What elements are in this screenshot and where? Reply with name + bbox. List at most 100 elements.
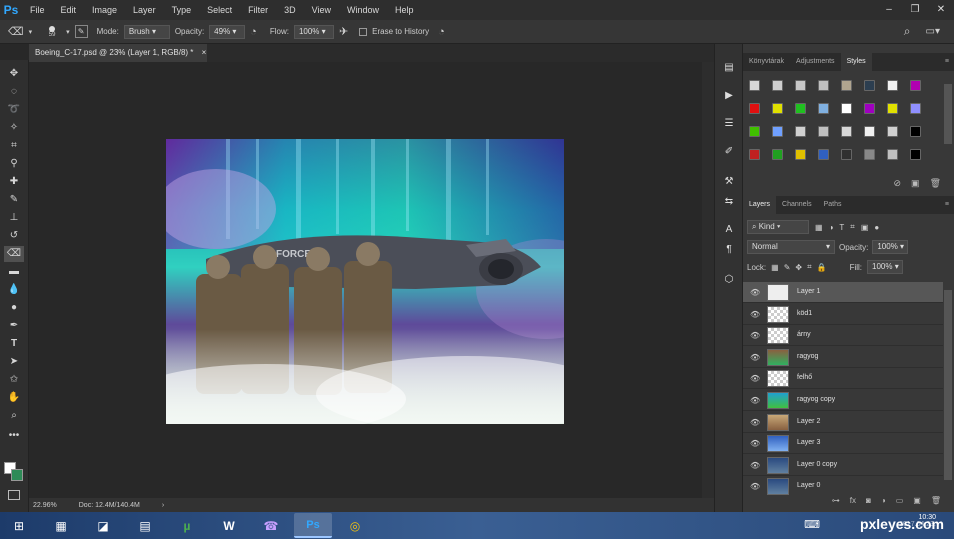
panel-menu-icon[interactable]: ≡	[939, 196, 954, 214]
search-icon[interactable]: ⌕	[904, 24, 911, 39]
style-swatch[interactable]	[818, 126, 829, 137]
style-swatch[interactable]	[887, 103, 898, 114]
tab-channels[interactable]: Channels	[776, 196, 818, 214]
layer-visibility-eye-icon[interactable]: 👁	[750, 353, 760, 362]
style-swatch[interactable]	[772, 103, 783, 114]
menu-filter[interactable]: Filter	[240, 0, 276, 20]
delete-style-icon[interactable]: 🗑	[930, 178, 941, 188]
lasso-tool-icon[interactable]: ➰	[4, 102, 24, 118]
lock-pixels-icon[interactable]: ✎	[784, 263, 791, 272]
history-brush-tool-icon[interactable]: ↺	[4, 228, 24, 244]
layer-visibility-eye-icon[interactable]: 👁	[750, 374, 760, 383]
brush-tool-icon[interactable]: ✎	[4, 192, 24, 208]
taskbar-chrome-icon[interactable]: ◎	[336, 513, 374, 538]
taskbar-viber-icon[interactable]: ☎	[252, 513, 290, 538]
gradient-tool-icon[interactable]: ▬	[4, 264, 24, 280]
path-select-tool-icon[interactable]: ➤	[4, 354, 24, 370]
taskbar-explorer-icon[interactable]: ▤	[126, 513, 164, 538]
pressure-opacity-icon[interactable]: ◔	[250, 26, 257, 38]
shape-tool-icon[interactable]: ✩	[4, 372, 24, 388]
style-swatch[interactable]	[864, 149, 875, 160]
taskbar-notepad-icon[interactable]: ◪	[84, 513, 122, 538]
taskbar-photoshop-icon[interactable]: Ps	[294, 513, 332, 538]
layer-row[interactable]: 👁 ragyog	[743, 347, 943, 368]
style-swatch[interactable]	[864, 103, 875, 114]
tab-adjustments[interactable]: Adjustments	[790, 53, 841, 71]
layer-visibility-eye-icon[interactable]: 👁	[750, 482, 760, 491]
menu-file[interactable]: File	[22, 0, 53, 20]
minimize-button[interactable]: –	[876, 0, 902, 20]
status-menu-icon[interactable]: ›	[162, 502, 164, 509]
style-swatch[interactable]	[864, 80, 875, 91]
eyedropper-tool-icon[interactable]: ⚲	[4, 156, 24, 172]
tab-layers[interactable]: Layers	[743, 196, 777, 214]
new-group-icon[interactable]: ▭	[896, 496, 904, 510]
document-tab[interactable]: Boeing_C-17.psd @ 23% (Layer 1, RGB/8) *…	[29, 44, 207, 62]
layer-visibility-eye-icon[interactable]: 👁	[750, 461, 760, 470]
chevron-down-icon[interactable]: ▾	[66, 28, 70, 36]
blend-mode-select[interactable]: Normal ▾	[747, 240, 835, 254]
style-swatch[interactable]	[818, 103, 829, 114]
start-button[interactable]: ⊞	[0, 513, 38, 538]
tool-presets-icon[interactable]: ⇆	[721, 196, 737, 210]
style-swatch[interactable]	[795, 149, 806, 160]
style-swatch[interactable]	[841, 80, 852, 91]
canvas-vertical-scrollbar[interactable]	[702, 62, 714, 498]
layer-kind-select[interactable]: ⌕ Kind ▾	[747, 220, 809, 234]
layer-row[interactable]: 👁 Layer 0 copy	[743, 455, 943, 476]
close-button[interactable]: ✕	[928, 0, 954, 20]
fill-field[interactable]: 100% ▾	[867, 260, 904, 274]
new-style-icon[interactable]: ▣	[911, 178, 920, 188]
blur-tool-icon[interactable]: 💧	[4, 282, 24, 298]
link-layers-icon[interactable]: ⊶	[832, 496, 840, 510]
actions-panel-icon[interactable]: ▶	[721, 90, 737, 104]
zoom-tool-icon[interactable]: ⌕	[4, 408, 24, 424]
style-swatch[interactable]	[772, 80, 783, 91]
style-swatch[interactable]	[887, 149, 898, 160]
menu-window[interactable]: Window	[339, 0, 387, 20]
layer-visibility-eye-icon[interactable]: 👁	[750, 310, 760, 319]
keyboard-icon[interactable]: ⌨	[804, 518, 820, 531]
erase-history-checkbox[interactable]	[359, 27, 368, 36]
layer-row[interactable]: 👁 Layer 1	[743, 282, 943, 303]
layer-row[interactable]: 👁 Layer 2	[743, 412, 943, 433]
healing-brush-tool-icon[interactable]: ✚	[4, 174, 24, 190]
add-mask-icon[interactable]: ◙	[866, 496, 871, 510]
lock-artboard-icon[interactable]: ⌗	[807, 262, 812, 272]
style-swatch[interactable]	[795, 80, 806, 91]
layer-visibility-eye-icon[interactable]: 👁	[750, 396, 760, 405]
workspace-icon[interactable]: ▭▾	[926, 26, 940, 37]
style-swatch[interactable]	[887, 80, 898, 91]
filter-shape-icon[interactable]: ⌗	[850, 222, 855, 232]
taskbar-word-icon[interactable]: W	[210, 513, 248, 538]
quick-mask-icon[interactable]	[8, 490, 20, 500]
styles-scrollbar[interactable]	[944, 84, 952, 144]
filter-type-icon[interactable]: T	[839, 223, 844, 232]
restore-button[interactable]: ❐	[902, 0, 928, 20]
character-panel-icon[interactable]: A	[721, 224, 737, 238]
brush-panel-icon[interactable]: ✎	[74, 25, 88, 38]
airbrush-icon[interactable]: ✈	[339, 25, 348, 38]
crop-tool-icon[interactable]: ⌗	[4, 138, 24, 154]
style-swatch[interactable]	[795, 126, 806, 137]
layer-row[interactable]: 👁 felhő	[743, 368, 943, 390]
layer-row[interactable]: 👁 árny	[743, 325, 943, 347]
clear-style-icon[interactable]: ⊘	[893, 178, 901, 188]
more-tools-icon[interactable]: •••	[4, 428, 24, 444]
marquee-tool-icon[interactable]: ◌	[4, 84, 24, 100]
layers-scrollbar[interactable]	[944, 290, 952, 480]
pen-tool-icon[interactable]: ✒	[4, 318, 24, 334]
quick-select-tool-icon[interactable]: ✧	[4, 120, 24, 136]
pressure-size-icon[interactable]: ◔	[438, 26, 445, 38]
tab-libraries[interactable]: Könyvtárak	[743, 53, 790, 71]
paragraph-panel-icon[interactable]: ¶	[721, 244, 737, 258]
opacity-field[interactable]: 49% ▾	[209, 24, 246, 39]
dodge-tool-icon[interactable]: ●	[4, 300, 24, 316]
style-swatch[interactable]	[795, 103, 806, 114]
delete-layer-icon[interactable]: 🗑	[931, 496, 941, 510]
style-swatch[interactable]	[910, 103, 921, 114]
style-swatch[interactable]	[864, 126, 875, 137]
style-swatch[interactable]	[772, 126, 783, 137]
flow-field[interactable]: 100% ▾	[293, 24, 334, 39]
document-canvas[interactable]: AIR FORCE	[166, 139, 564, 424]
